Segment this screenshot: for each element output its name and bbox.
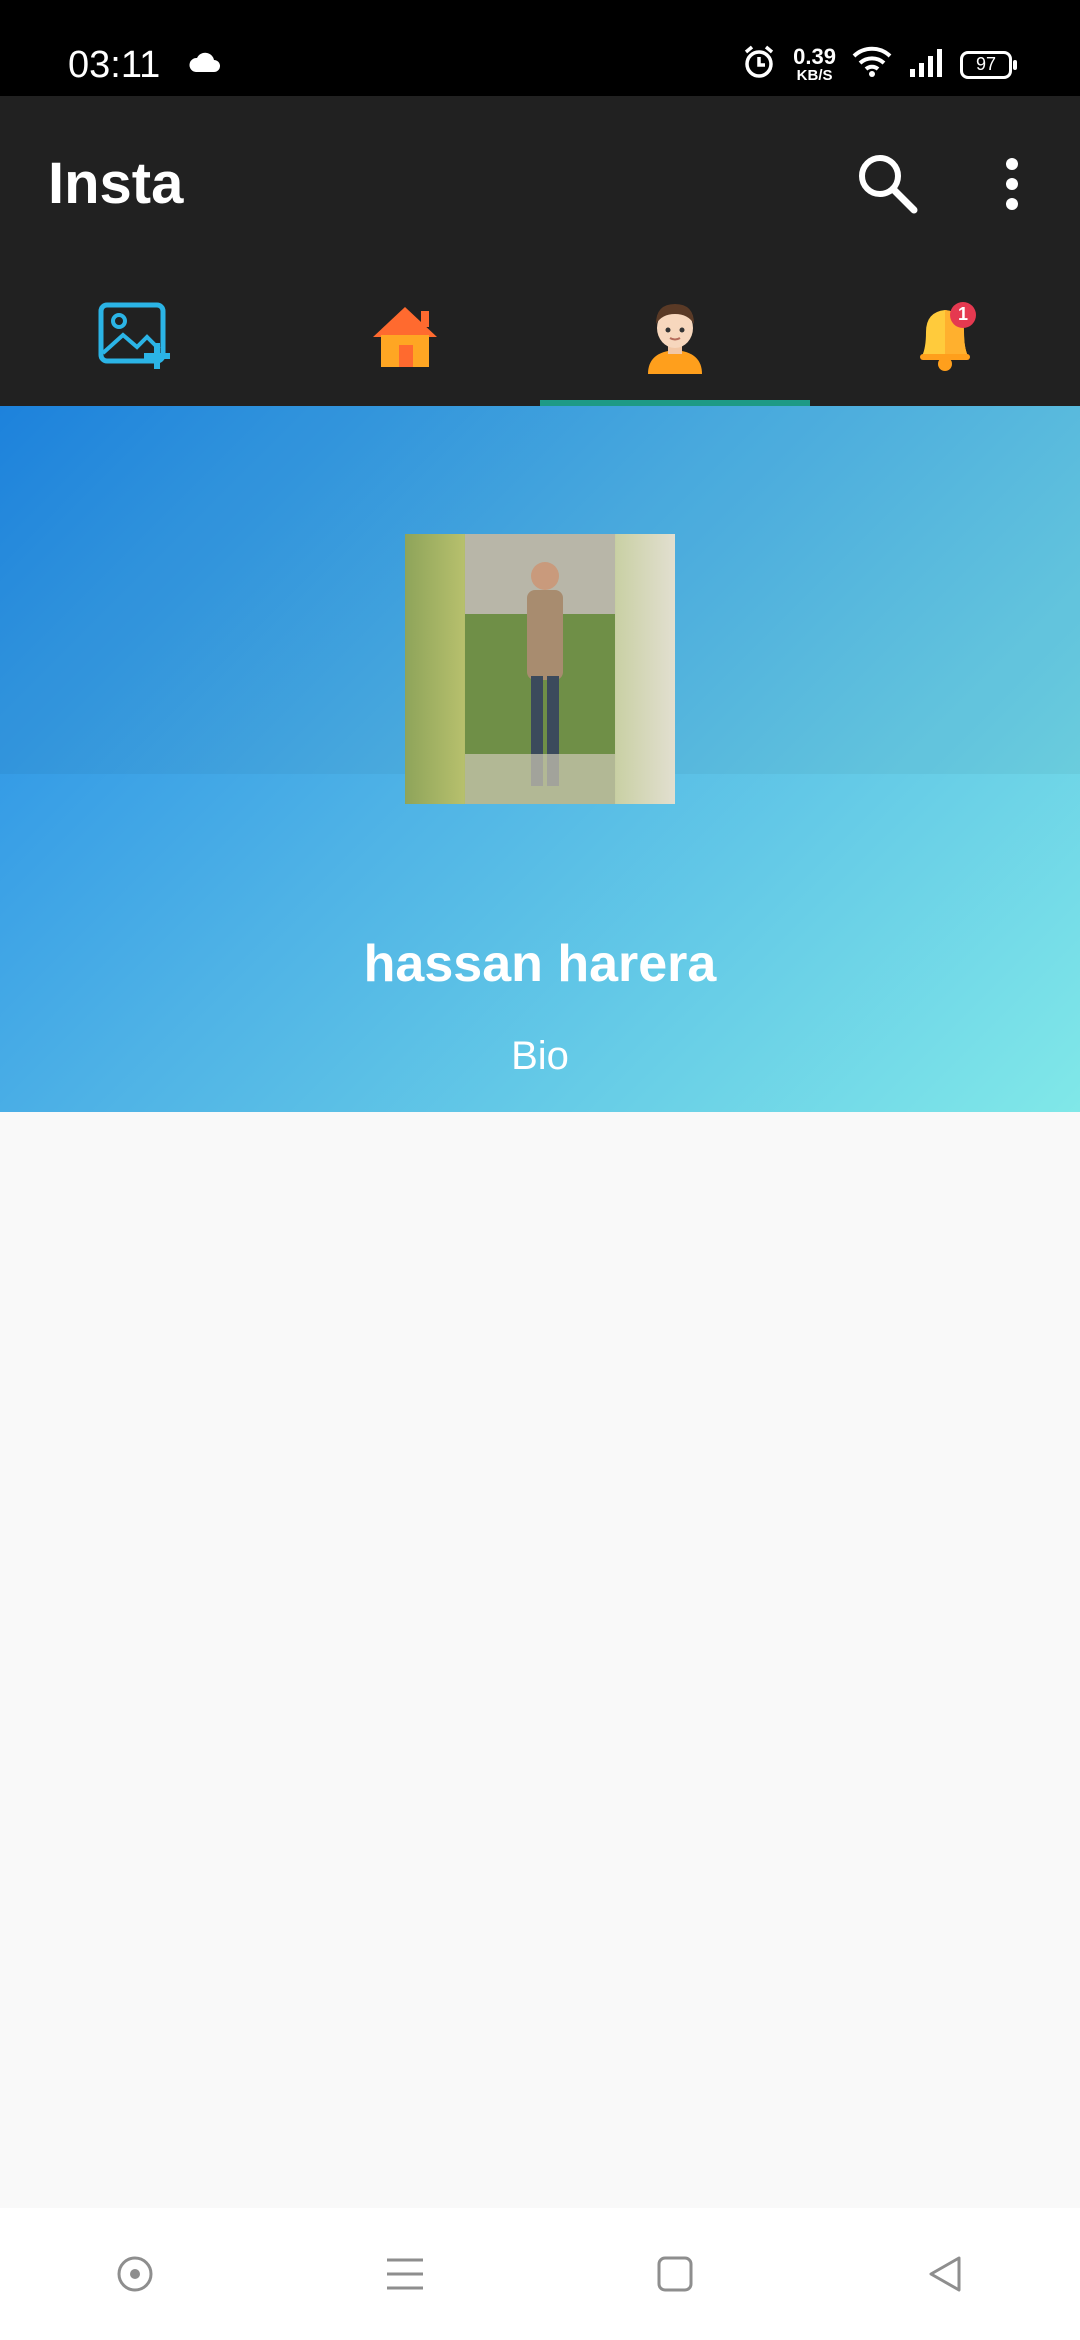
back-triangle-icon[interactable] — [905, 2234, 985, 2314]
notification-badge: 1 — [950, 301, 976, 328]
cloud-icon — [188, 52, 222, 79]
signal-icon — [908, 47, 944, 82]
more-vert-icon[interactable] — [990, 148, 1034, 220]
net-speed-value: 0.39 — [793, 44, 836, 69]
tab-home[interactable] — [270, 270, 540, 406]
system-nav-bar — [0, 2208, 1080, 2340]
profile-avatar-icon — [640, 298, 710, 379]
bell-icon: 1 — [912, 298, 978, 379]
alarm-icon — [741, 44, 777, 85]
app-bar: Insta 1 — [0, 96, 1080, 406]
profile-bio: Bio — [511, 1034, 569, 1078]
search-icon[interactable] — [852, 148, 924, 220]
profile-photo[interactable] — [405, 534, 675, 804]
tab-bar: 1 — [0, 270, 1080, 406]
profile-content — [0, 1112, 1080, 2208]
tab-profile[interactable] — [540, 270, 810, 406]
profile-name: hassan harera — [363, 935, 717, 993]
home-icon — [367, 301, 443, 376]
net-speed: 0.39 KB/S — [793, 44, 836, 84]
app-title: Insta — [48, 151, 184, 216]
add-photo-icon — [97, 301, 173, 376]
status-icons: 0.39 KB/S 97 — [741, 44, 1017, 85]
tab-add-photo[interactable] — [0, 270, 270, 406]
status-time: 03:11 — [68, 44, 161, 86]
menu-lines-icon[interactable] — [365, 2234, 445, 2314]
assistant-circle-icon[interactable] — [95, 2234, 175, 2314]
battery-icon: 97 — [960, 50, 1017, 79]
status-bar: 03:11 0.39 KB/S 97 — [0, 0, 1080, 96]
net-speed-unit: KB/S — [796, 67, 833, 84]
tab-notifications[interactable]: 1 — [810, 270, 1080, 406]
home-square-icon[interactable] — [635, 2234, 715, 2314]
profile-header: hassan harera Bio — [0, 406, 1080, 1112]
wifi-icon — [852, 46, 892, 83]
